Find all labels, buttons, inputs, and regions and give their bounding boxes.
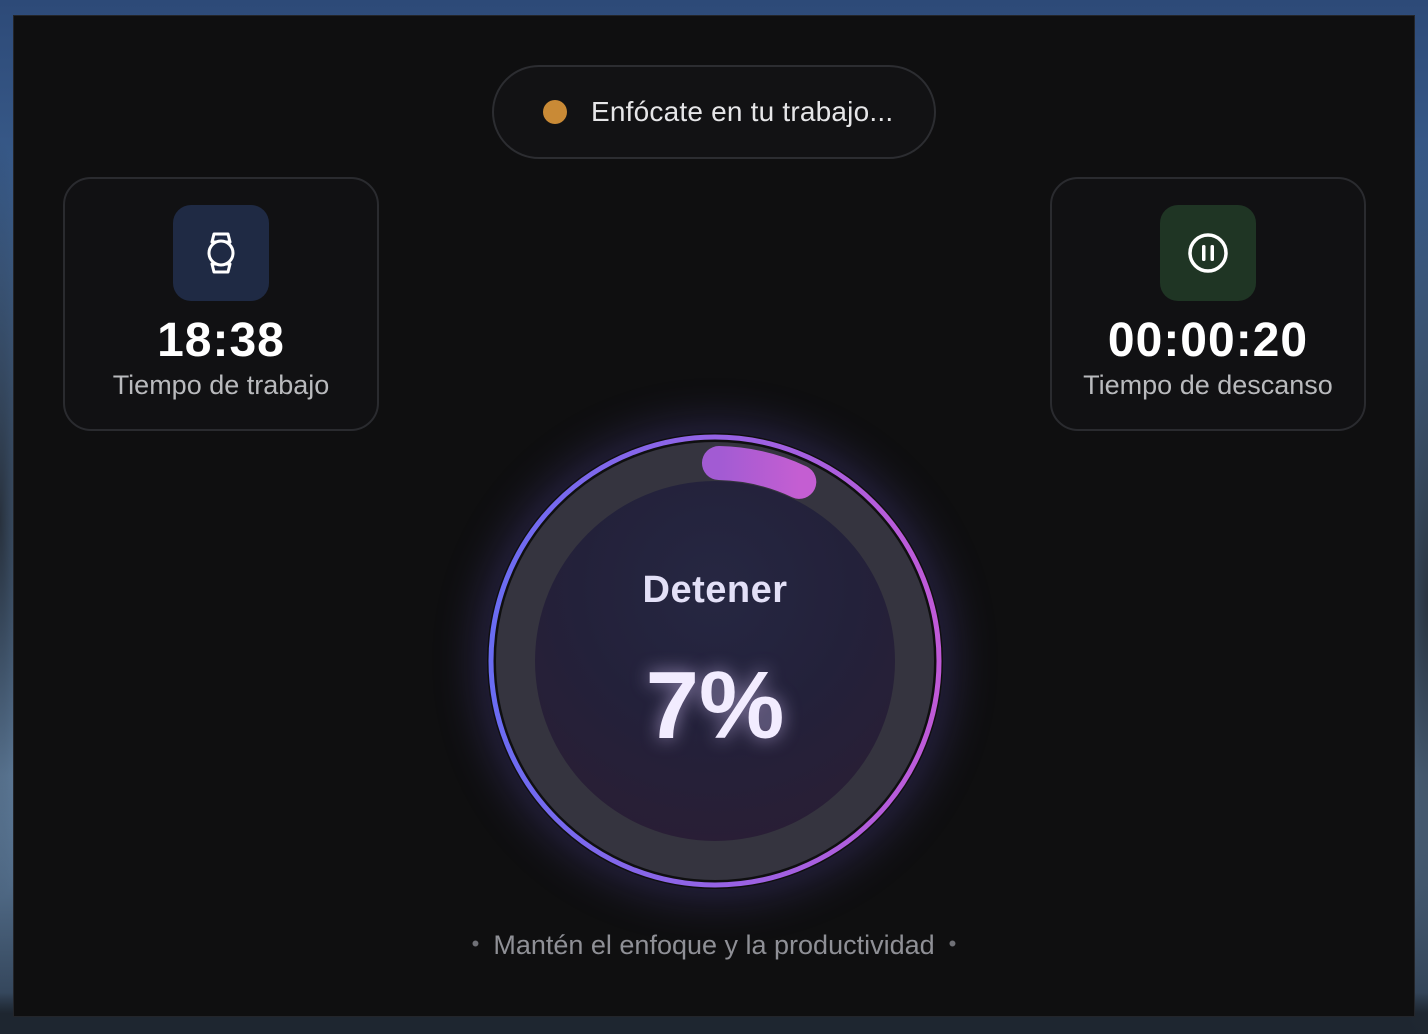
break-time-value: 00:00:20	[1107, 314, 1309, 367]
break-time-card: 00:00:20 Tiempo de descanso	[1050, 177, 1366, 431]
progress-percent: 7%	[645, 652, 785, 759]
bullet-icon: •	[948, 931, 957, 956]
watch-icon	[173, 205, 269, 301]
status-text: Enfócate en tu trabajo...	[591, 96, 894, 127]
progress-arc	[701, 446, 817, 499]
pause-circle-icon[interactable]	[1160, 205, 1256, 301]
stop-button-label: Detener	[642, 569, 788, 611]
footer-tip-text: Mantén el enfoque y la productividad	[493, 930, 935, 960]
work-time-value: 18:38	[157, 314, 285, 367]
work-time-card: 18:38 Tiempo de trabajo	[63, 177, 379, 431]
status-dot-icon	[543, 100, 567, 124]
focus-timer-window: Enfócate en tu trabajo... 18:38 Tiempo d…	[13, 15, 1415, 1017]
break-time-label: Tiempo de descanso	[1083, 370, 1333, 400]
bullet-icon: •	[471, 931, 480, 956]
work-time-label: Tiempo de trabajo	[112, 370, 330, 400]
status-pill: Enfócate en tu trabajo...	[492, 65, 936, 159]
progress-dial-button[interactable]: Detener 7%	[487, 433, 943, 889]
footer-tip: • Mantén el enfoque y la productividad •	[14, 930, 1414, 961]
